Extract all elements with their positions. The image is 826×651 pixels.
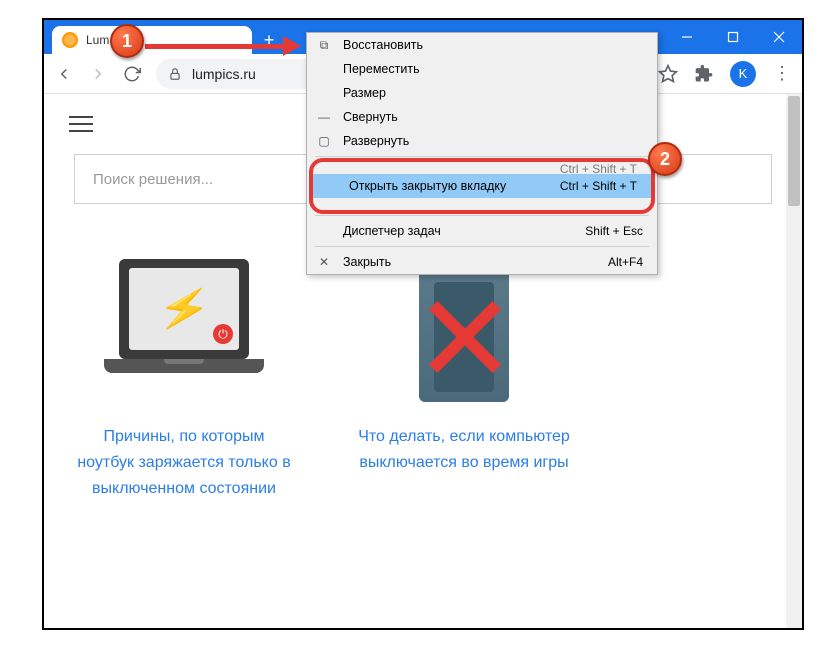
menu-separator [315,246,649,247]
window-controls [664,20,802,54]
site-favicon [62,32,78,48]
shortcut-label: Alt+F4 [608,255,643,269]
menu-move[interactable]: Переместить [307,57,657,81]
url-text: lumpics.ru [192,66,256,82]
minimize-button[interactable] [664,20,710,54]
scrollbar[interactable] [786,94,802,628]
hamburger-menu-icon[interactable] [69,116,93,132]
system-context-menu: ⧉ Восстановить Переместить Размер — Свер… [306,32,658,275]
annotation-marker-2: 2 [648,142,682,176]
close-icon: ✕ [315,255,333,269]
article-card-laptop[interactable]: ⚡⏻ Причины, по которым ноутбук заряжаетс… [74,244,294,502]
lock-icon [168,67,182,81]
menu-close[interactable]: ✕ Закрыть Alt+F4 [307,250,657,274]
menu-dots-icon[interactable]: ⋮ [772,64,792,84]
card-title: Что делать, если компьютер выключается в… [354,424,574,476]
scrollbar-thumb[interactable] [788,96,800,206]
maximize-button[interactable] [710,20,756,54]
annotation-marker-1: 1 [110,24,144,58]
highlighted-menu-group: Ctrl + Shift + T Открыть закрытую вкладк… [309,158,655,214]
menu-minimize[interactable]: — Свернуть [307,105,657,129]
reload-button[interactable] [122,64,142,84]
shortcut-label: Shift + Esc [585,224,643,238]
menu-maximize[interactable]: ▢ Развернуть [307,129,657,153]
restore-icon: ⧉ [315,38,333,53]
minimize-icon: — [315,110,333,124]
back-button[interactable] [54,64,74,84]
menu-reopen-closed-tab[interactable]: Открыть закрытую вкладку Ctrl + Shift + … [313,174,651,198]
menu-separator [315,215,649,216]
forward-button[interactable] [88,64,108,84]
avatar-letter: K [739,66,748,81]
laptop-charging-icon: ⚡⏻ [94,244,274,404]
close-button[interactable] [756,20,802,54]
menu-task-manager[interactable]: Диспетчер задач Shift + Esc [307,219,657,243]
card-title: Причины, по которым ноутбук заряжается т… [74,424,294,502]
article-card-pc[interactable]: Что делать, если компьютер выключается в… [354,244,574,502]
bookmark-star-icon[interactable] [658,64,678,84]
menu-restore[interactable]: ⧉ Восстановить [307,33,657,57]
tab-title: Lum [86,33,109,47]
menu-separator [315,156,649,157]
annotation-arrow [145,36,303,56]
shortcut-label: Ctrl + Shift + T [560,179,637,193]
menu-size[interactable]: Размер [307,81,657,105]
extensions-icon[interactable] [694,64,714,84]
search-placeholder: Поиск решения... [93,171,213,188]
profile-avatar[interactable]: K [730,61,756,87]
maximize-icon: ▢ [315,134,333,148]
menu-item-obscured-bottom[interactable] [313,198,651,208]
menu-item-obscured-top[interactable]: Ctrl + Shift + T [313,164,651,174]
